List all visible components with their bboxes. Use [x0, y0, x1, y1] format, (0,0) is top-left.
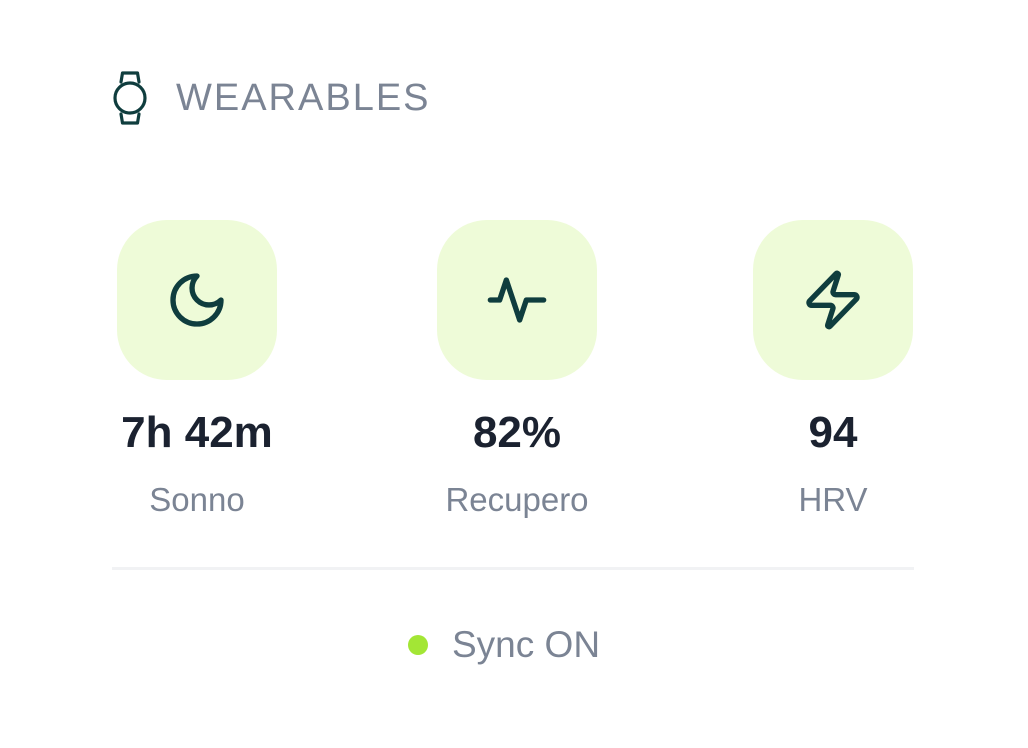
metric-recovery: 82% Recupero: [397, 220, 637, 520]
activity-icon: [487, 277, 547, 323]
wearables-card: WEARABLES 7h 42m Sonno 82% Recupero 94 H…: [0, 0, 1028, 748]
lightning-icon: [806, 270, 860, 330]
metric-tile-sleep: [117, 220, 277, 380]
divider: [112, 567, 914, 570]
sync-label: Sync ON: [452, 624, 601, 665]
metric-label: Recupero: [445, 481, 589, 518]
metric-value: 82%: [472, 408, 562, 457]
card-header: WEARABLES: [112, 70, 431, 126]
watch-icon: [113, 71, 147, 125]
metric-tile-hrv: [753, 220, 913, 380]
metric-sleep: 7h 42m Sonno: [77, 220, 317, 520]
moon-icon: [170, 273, 224, 327]
metric-value: 94: [808, 408, 858, 457]
metric-label: Sonno: [149, 481, 245, 518]
status-dot: [408, 635, 428, 655]
metric-label: HRV: [798, 481, 868, 518]
metric-tile-recovery: [437, 220, 597, 380]
metric-hrv: 94 HRV: [713, 220, 953, 520]
metric-value: 7h 42m: [121, 408, 273, 457]
sync-status: Sync ON: [408, 622, 600, 668]
card-title: WEARABLES: [176, 76, 431, 119]
